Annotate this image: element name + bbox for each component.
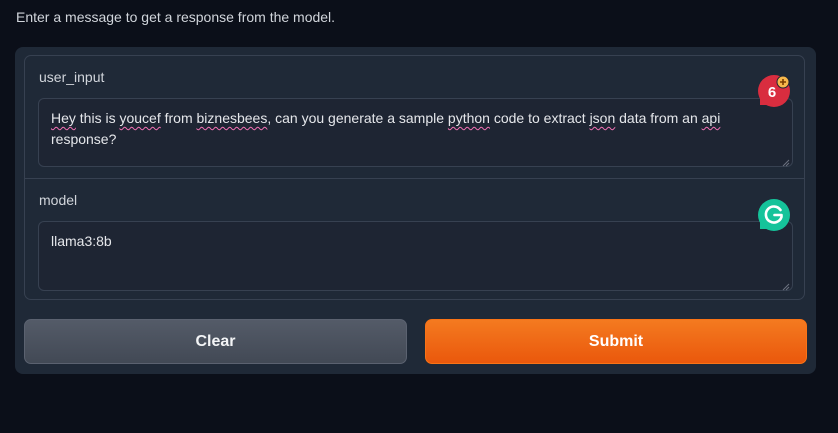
misspelled-word: api xyxy=(701,110,721,126)
grammarly-count: 6 xyxy=(768,84,776,101)
resize-grip-icon[interactable] xyxy=(782,159,790,167)
misspelled-word: biznesbees xyxy=(196,110,268,126)
text-run: response? xyxy=(51,131,117,147)
model-field: model llama3:8b xyxy=(25,179,804,299)
interface-panel: user_input Hey this is youcef from bizne… xyxy=(15,47,816,374)
resize-grip-icon[interactable] xyxy=(782,283,790,291)
grammarly-icon[interactable] xyxy=(757,198,791,232)
clear-button[interactable]: Clear xyxy=(24,319,407,364)
misspelled-word: youcef xyxy=(119,110,161,126)
misspelled-word: python xyxy=(447,110,490,126)
model-label: model xyxy=(39,192,78,208)
misspelled-word: Hey xyxy=(51,110,76,126)
text-run: code to extract xyxy=(489,110,590,126)
text-run: from xyxy=(160,110,197,126)
misspelled-word: json xyxy=(589,110,616,126)
user-input-label: user_input xyxy=(39,69,105,85)
input-form: user_input Hey this is youcef from bizne… xyxy=(24,55,805,300)
user-input-field: user_input Hey this is youcef from bizne… xyxy=(25,56,804,179)
user-input-textarea[interactable]: Hey this is youcef from biznesbees, can … xyxy=(38,98,793,167)
text-run: this is xyxy=(75,110,120,126)
grammarly-issues-icon[interactable]: 6 xyxy=(757,74,791,108)
submit-button[interactable]: Submit xyxy=(425,319,807,364)
text-run: data from an xyxy=(615,110,702,126)
text-run: , can you generate a sample xyxy=(267,110,448,126)
model-textarea[interactable]: llama3:8b xyxy=(38,221,793,291)
page-description: Enter a message to get a response from t… xyxy=(16,9,336,25)
